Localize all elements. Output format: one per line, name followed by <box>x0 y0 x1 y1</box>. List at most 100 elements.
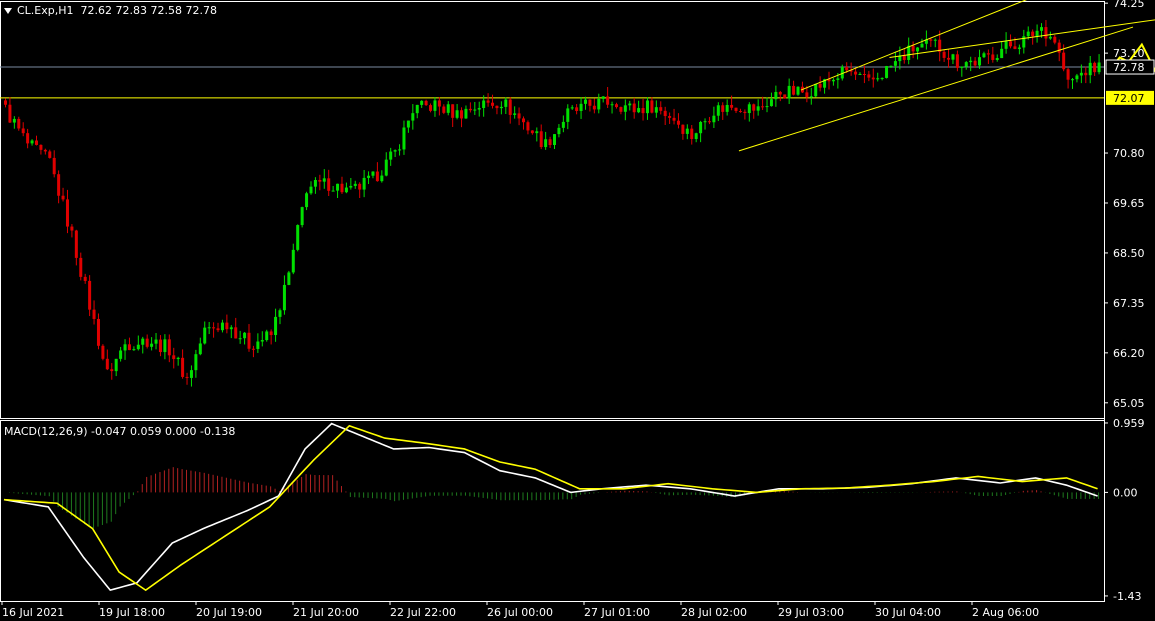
candle-body <box>1040 27 1044 31</box>
candle-body <box>588 99 592 106</box>
candle-body <box>1084 72 1088 76</box>
candle-body <box>88 280 92 310</box>
candle-body <box>876 78 880 80</box>
candle-body <box>34 140 38 145</box>
candle-body <box>340 183 344 193</box>
candle-body <box>8 104 12 123</box>
candle-body <box>570 107 574 109</box>
macd-tick-label: -1.43 <box>1113 590 1141 603</box>
candle-body <box>508 99 512 115</box>
candle-body <box>783 94 787 99</box>
candle-body <box>916 47 920 52</box>
candle-body <box>105 358 109 370</box>
candle-body <box>911 45 915 52</box>
candle-body <box>39 144 43 150</box>
candle-body <box>614 104 618 108</box>
candle-body <box>831 79 835 82</box>
candle-body <box>623 105 627 112</box>
candle-body <box>150 343 154 347</box>
candle-body <box>721 105 725 112</box>
candle-body <box>212 327 216 329</box>
candle-body <box>344 187 348 193</box>
candle-body <box>110 369 114 372</box>
candle-body <box>1009 41 1013 47</box>
candle-body <box>43 149 47 152</box>
candle-body <box>517 113 521 119</box>
price-tick-label: 68.50 <box>1113 247 1145 260</box>
candle-body <box>331 190 335 192</box>
candle-body <box>513 113 517 115</box>
candle-body <box>504 99 508 107</box>
candle-body <box>185 376 189 378</box>
candle-body <box>756 106 760 111</box>
candle-body <box>632 103 636 113</box>
candle-body <box>274 316 278 336</box>
candle-body <box>920 43 924 48</box>
time-tick-label: 26 Jul 00:00 <box>487 606 553 619</box>
candle-body <box>411 113 415 121</box>
candle-body <box>845 66 849 71</box>
candle-body <box>818 83 822 88</box>
candle-body <box>619 107 623 112</box>
candle-body <box>12 118 16 123</box>
candle-body <box>464 108 468 119</box>
candle-body <box>17 118 21 129</box>
candle-body <box>774 91 778 100</box>
candle-body <box>747 104 751 114</box>
chart-window: CL.Exp,H1 72.62 72.83 72.58 72.78 MACD(1… <box>0 0 1155 621</box>
macd-tick-label: 0.00 <box>1113 486 1138 499</box>
candle-body <box>1088 62 1092 76</box>
candle-body <box>960 66 964 68</box>
candle-body <box>318 179 322 182</box>
candle-body <box>4 100 7 105</box>
candle-body <box>641 108 645 114</box>
candle-body <box>579 103 583 111</box>
macd-tick-label: 0.959 <box>1113 417 1145 430</box>
candle-body <box>495 105 499 109</box>
channel-upper-line <box>800 0 1027 91</box>
candle-body <box>814 83 818 97</box>
candle-body <box>982 53 986 58</box>
candle-body <box>251 348 255 350</box>
candle-body <box>836 78 840 80</box>
candle-body <box>1017 47 1021 49</box>
candle-body <box>730 104 734 108</box>
candle-body <box>699 121 703 134</box>
candle-body <box>491 102 495 106</box>
candle-body <box>805 92 809 98</box>
candle-body <box>716 105 720 116</box>
candle-body <box>592 105 596 110</box>
candle-body <box>207 327 211 329</box>
candle-body <box>415 104 419 114</box>
candle-body <box>96 318 100 346</box>
candle-body <box>477 107 481 110</box>
candle-body <box>375 171 379 182</box>
candle-body <box>787 85 791 99</box>
candle-body <box>362 177 366 190</box>
candle-body <box>353 183 357 186</box>
candle-body <box>48 151 52 158</box>
time-tick-label: 30 Jul 04:00 <box>875 606 941 619</box>
candle-body <box>1057 42 1061 53</box>
candle-body <box>486 100 490 103</box>
time-tick-label: 29 Jul 03:00 <box>778 606 844 619</box>
candle-body <box>681 124 685 134</box>
candle-body <box>601 96 605 99</box>
candle-body <box>743 111 747 114</box>
candle-body <box>300 207 304 226</box>
time-tick-label: 19 Jul 18:00 <box>99 606 165 619</box>
candle-body <box>437 100 441 107</box>
candle-body <box>367 175 371 178</box>
candle-body <box>65 199 69 227</box>
candle-body <box>256 341 260 349</box>
price-tick-label: 74.25 <box>1113 0 1145 10</box>
candle-body <box>282 284 286 311</box>
candle-body <box>606 96 610 105</box>
candle-body <box>947 57 951 60</box>
candle-body <box>384 159 388 176</box>
candle-body <box>203 327 207 344</box>
candle-body <box>74 230 78 258</box>
candle-body <box>402 127 406 150</box>
candle-body <box>1097 62 1101 73</box>
candle-body <box>234 327 238 339</box>
